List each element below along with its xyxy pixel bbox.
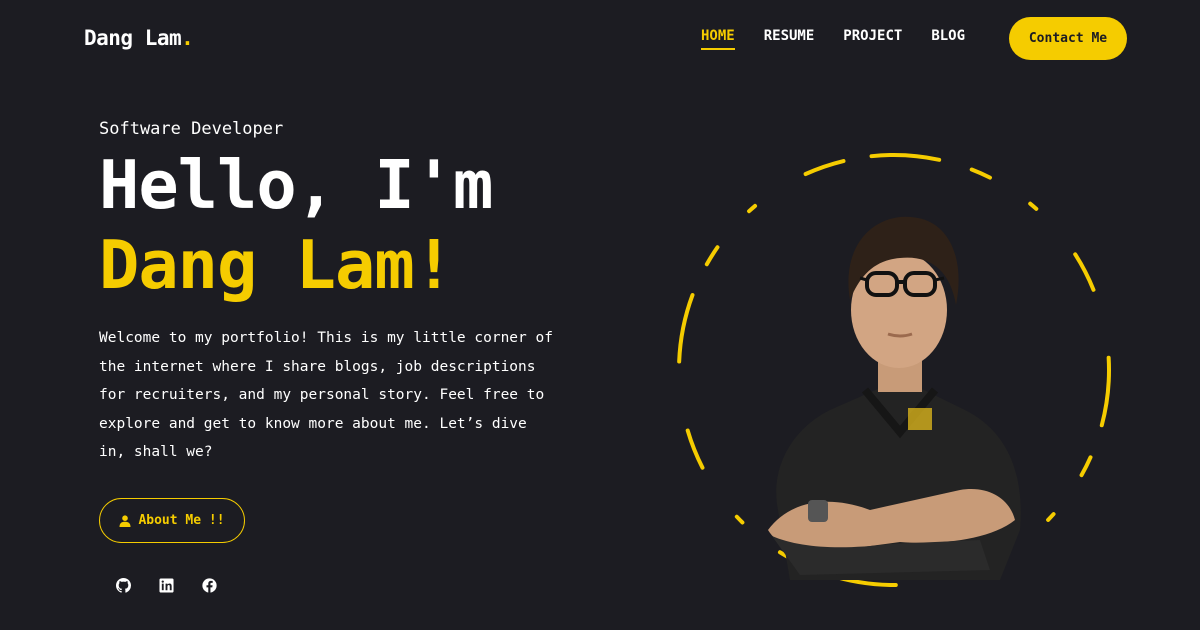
nav-project[interactable]: PROJECT	[843, 28, 902, 50]
hero-greeting: Hello, I'm	[99, 146, 493, 224]
about-me-button[interactable]: About Me !!	[99, 498, 245, 543]
hero-portrait	[677, 153, 1111, 587]
logo-text: Dang Lam	[84, 26, 182, 50]
user-icon	[119, 514, 131, 527]
social-links	[116, 578, 217, 593]
logo-dot: .	[181, 26, 194, 50]
about-me-label: About Me !!	[138, 513, 225, 528]
nav-resume[interactable]: RESUME	[764, 28, 815, 50]
facebook-icon[interactable]	[202, 578, 217, 593]
person-illustration	[768, 216, 1021, 580]
contact-me-button[interactable]: Contact Me	[1009, 17, 1127, 60]
nav-blog[interactable]: BLOG	[931, 28, 965, 50]
site-logo[interactable]: Dang Lam.	[84, 26, 194, 50]
hero-subtitle: Software Developer	[99, 119, 284, 139]
hero-name: Dang Lam!	[99, 226, 454, 304]
main-nav: HOME RESUME PROJECT BLOG	[701, 28, 994, 50]
hero-intro: Welcome to my portfolio! This is my litt…	[99, 330, 553, 461]
linkedin-icon[interactable]	[159, 578, 174, 593]
nav-home[interactable]: HOME	[701, 28, 735, 50]
github-icon[interactable]	[116, 578, 131, 593]
